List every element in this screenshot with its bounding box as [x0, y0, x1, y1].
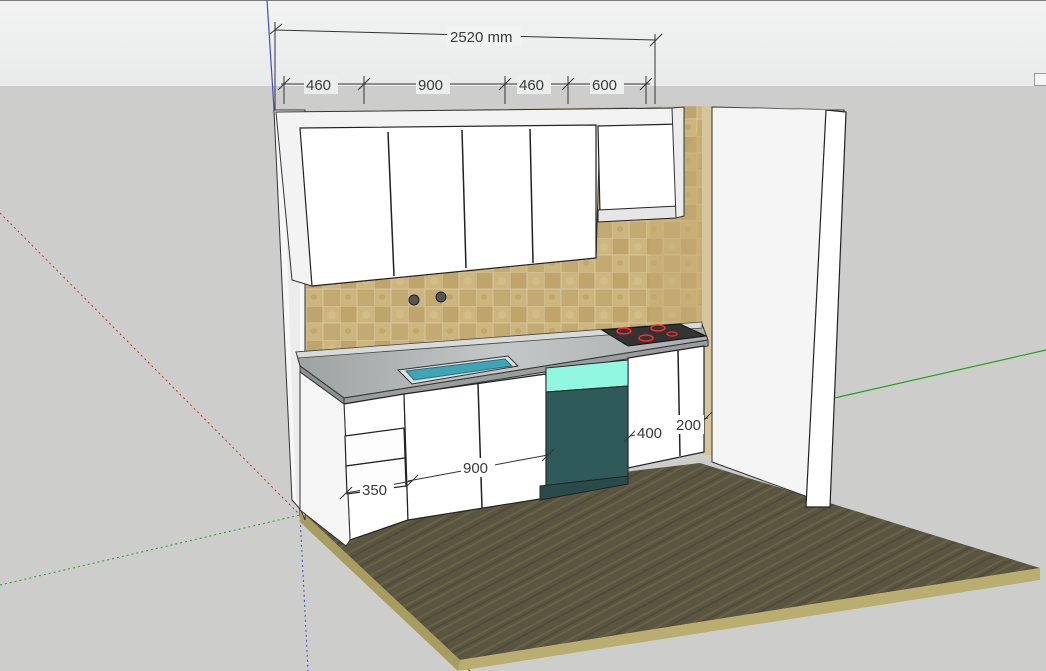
drawer-base-dim: 350 [362, 482, 387, 499]
model-viewport[interactable]: 2520 mm 460 900 460 600 350 900 400 200 [0, 0, 1046, 671]
sink-base-dim: 900 [463, 460, 488, 477]
upper-dim-3: 460 [519, 77, 544, 94]
upper-dim-1: 460 [306, 77, 331, 94]
dishwasher[interactable] [539, 359, 629, 501]
corner-marker-icon [1034, 73, 1046, 86]
upper-dim-4: 600 [592, 77, 617, 94]
upper-dim-2: 900 [418, 77, 443, 94]
right-side-wall[interactable] [711, 106, 847, 508]
end-panel-dim: 200 [676, 417, 701, 434]
kitchen-scene[interactable]: 2520 mm 460 900 460 600 350 900 400 200 [0, 0, 1046, 671]
dishwasher-side-dim: 400 [637, 425, 662, 442]
overall-width-label: 2520 mm [450, 29, 513, 46]
